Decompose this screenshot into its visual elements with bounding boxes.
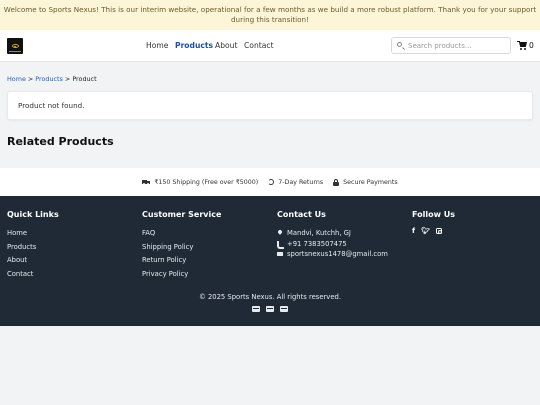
breadcrumb-products[interactable]: Products	[35, 75, 63, 83]
footer-quick-links: Quick Links Home Products About Contact	[7, 210, 59, 283]
footer-customer-service: Customer Service FAQ Shipping Policy Ret…	[142, 210, 221, 283]
quick-links-heading: Quick Links	[7, 210, 59, 219]
nav-home[interactable]: Home	[146, 41, 168, 50]
announcement-banner: Welcome to Sports Nexus! This is our int…	[0, 0, 540, 30]
contact-address: Mandvi, Kutchh, GJ	[277, 229, 388, 238]
footer-link-return-policy[interactable]: Return Policy	[142, 256, 221, 265]
features-bar: ₹150 Shipping (Free over ₹5000) 7-Day Re…	[0, 168, 540, 196]
search-icon	[397, 42, 402, 47]
banner-text: Welcome to Sports Nexus! This is our int…	[3, 4, 537, 25]
footer-link-faq[interactable]: FAQ	[142, 229, 221, 238]
envelope-icon	[277, 251, 283, 257]
footer-link-about[interactable]: About	[7, 256, 59, 265]
search-box[interactable]	[391, 37, 511, 54]
payment-card-icon	[280, 306, 288, 312]
site-logo[interactable]	[7, 38, 23, 54]
contact-heading: Contact Us	[277, 210, 326, 219]
truck-icon	[142, 179, 151, 185]
phone-icon	[277, 240, 284, 249]
copyright-text: © 2025 Sports Nexus. All rights reserved…	[199, 293, 341, 301]
product-not-found-card: Product not found.	[7, 91, 533, 120]
instagram-icon[interactable]	[435, 228, 442, 234]
site-footer: Quick Links Home Products About Contact …	[0, 196, 540, 326]
facebook-icon[interactable]: f	[412, 227, 415, 235]
credit-card-icon	[252, 306, 260, 312]
footer-link-products[interactable]: Products	[7, 243, 59, 252]
breadcrumb-home[interactable]: Home	[7, 75, 26, 83]
breadcrumb: Home > Products > Product	[7, 75, 97, 83]
social-links: f 🐦︎	[412, 227, 455, 235]
twitter-icon[interactable]: 🐦︎	[421, 227, 430, 235]
search-input[interactable]	[408, 40, 508, 52]
feature-returns: 7-Day Returns	[268, 179, 323, 186]
map-pin-icon	[277, 230, 283, 236]
footer-follow: Follow Us f 🐦︎	[412, 210, 455, 235]
payment-methods	[0, 306, 540, 312]
cart-count: 0	[529, 41, 534, 50]
not-found-message: Product not found.	[18, 101, 85, 110]
customer-service-heading: Customer Service	[142, 210, 222, 219]
debit-card-icon	[266, 306, 274, 312]
related-products-heading: Related Products	[7, 135, 114, 148]
footer-contact: Contact Us Mandvi, Kutchh, GJ +91 738350…	[277, 210, 388, 261]
feature-secure-payments: Secure Payments	[333, 178, 398, 186]
footer-link-contact[interactable]: Contact	[7, 270, 59, 279]
site-header: Home Products About Contact 0	[0, 30, 540, 62]
footer-link-shipping-policy[interactable]: Shipping Policy	[142, 243, 221, 252]
contact-email[interactable]: sportsnexus1478@gmail.com	[277, 250, 388, 259]
footer-link-home[interactable]: Home	[7, 229, 59, 238]
nav-about[interactable]: About	[215, 41, 237, 50]
nav-products[interactable]: Products	[175, 41, 213, 50]
nav-contact[interactable]: Contact	[244, 41, 274, 50]
contact-phone[interactable]: +91 7383507475	[277, 240, 388, 249]
lock-icon	[333, 178, 340, 186]
cart-button[interactable]: 0	[517, 41, 534, 50]
return-icon	[268, 179, 275, 185]
shopping-cart-icon	[517, 41, 527, 50]
follow-heading: Follow Us	[412, 210, 456, 219]
feature-shipping: ₹150 Shipping (Free over ₹5000)	[142, 179, 258, 186]
breadcrumb-current: Product	[72, 75, 97, 83]
logo-mark-icon	[11, 44, 19, 48]
footer-link-privacy-policy[interactable]: Privacy Policy	[142, 270, 221, 279]
